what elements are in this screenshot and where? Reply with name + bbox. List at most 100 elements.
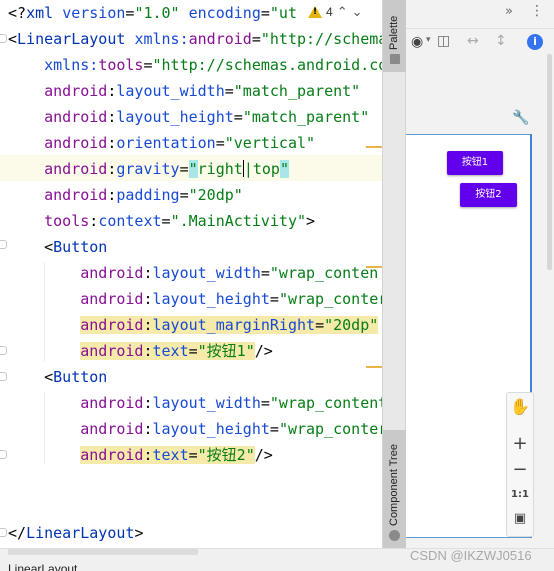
code-line[interactable]: android:layout_height="wrap_conter	[8, 416, 382, 442]
fold-marker[interactable]	[0, 528, 7, 537]
code-token: =	[179, 160, 189, 178]
horizontal-scrollbar[interactable]	[8, 549, 198, 555]
zoom-out-button[interactable]: −	[507, 459, 533, 480]
code-token: <?	[8, 4, 27, 22]
code-line[interactable]: android:gravity="right|top"	[8, 156, 289, 182]
wrench-icon[interactable]: 🔧	[512, 110, 529, 126]
code-token: >	[134, 524, 144, 542]
fold-marker[interactable]	[0, 34, 7, 43]
code-editor[interactable]: <?xml version="1.0" encoding="ut <LinearL…	[0, 0, 382, 548]
more-options-icon[interactable]: ⋮	[530, 3, 544, 19]
code-line[interactable]: tools:context=".MainActivity">	[8, 208, 315, 234]
code-token: "按钮2"	[197, 446, 255, 464]
zoom-actual-size-button[interactable]: 1:1	[507, 489, 533, 500]
zoom-fit-icon[interactable]: ▣	[507, 511, 533, 526]
inspection-widget[interactable]: ! 4 ⌃ ⌄	[304, 0, 382, 24]
code-token: />	[254, 342, 273, 360]
code-token: tools	[44, 212, 90, 230]
change-marker	[366, 366, 382, 368]
watermark: CSDN @IKZWJ0516	[410, 548, 532, 563]
code-token: tools	[98, 56, 144, 74]
code-token: "vertical"	[224, 134, 316, 152]
code-token: <	[8, 30, 18, 48]
code-token: LinearLayout	[26, 524, 135, 542]
code-token: android	[80, 316, 144, 334]
component-tree-tab[interactable]: Component Tree	[383, 430, 406, 548]
eye-icon[interactable]: ◉	[411, 34, 423, 50]
code-token: "http://schemas.android.co	[152, 56, 383, 74]
code-line[interactable]: android:orientation="vertical"	[8, 130, 315, 156]
code-token: android	[80, 446, 144, 464]
code-line[interactable]: android:layout_width="wrap_content	[8, 390, 382, 416]
code-token: Button	[53, 238, 108, 256]
zoom-in-button[interactable]: +	[507, 433, 533, 454]
breadcrumb-item[interactable]: LinearLayout	[8, 562, 77, 571]
palette-tab[interactable]: Palette	[383, 0, 406, 72]
component-tree-tab-label: Component Tree	[388, 444, 400, 526]
code-token: android	[44, 186, 108, 204]
code-line[interactable]: android:layout_width="match_parent"	[8, 78, 360, 104]
code-token: =	[188, 446, 198, 464]
code-token: =	[269, 420, 279, 438]
code-line[interactable]: android:text="按钮2"/>	[8, 442, 273, 468]
code-line[interactable]: xmlns:tools="http://schemas.android.co	[8, 52, 382, 78]
code-line[interactable]: <Button	[8, 234, 107, 260]
code-line[interactable]: android:layout_height="wrap_conter	[8, 286, 382, 312]
code-line[interactable]: android:layout_marginRight="20dp"	[8, 312, 379, 338]
code-line[interactable]: <Button	[8, 364, 107, 390]
double-chevron-right-icon[interactable]: »	[505, 4, 513, 19]
fold-marker[interactable]	[0, 240, 7, 249]
split-view-icon[interactable]: ◫	[437, 33, 450, 49]
code-token: >	[306, 212, 316, 230]
code-token: text	[152, 446, 189, 464]
code-line[interactable]: <?xml version="1.0" encoding="ut	[8, 0, 297, 26]
warning-icon: !	[308, 6, 322, 18]
code-token: "1.0"	[134, 4, 180, 22]
vertical-scrollbar[interactable]	[547, 54, 552, 270]
zoom-controls: ✋ + − 1:1 ▣	[506, 392, 534, 537]
code-token: android	[44, 134, 108, 152]
change-marker	[366, 146, 382, 148]
code-line[interactable]: </LinearLayout>	[8, 520, 143, 546]
fold-marker[interactable]	[0, 372, 7, 381]
palette-icon	[390, 54, 400, 64]
code-token: :	[143, 446, 153, 464]
code-token: "match_parent"	[233, 82, 361, 100]
code-token: android	[80, 264, 144, 282]
chevron-down-icon[interactable]: ⌄	[352, 5, 363, 20]
code-token: layout_width	[116, 82, 225, 100]
fold-marker[interactable]	[0, 346, 7, 355]
code-token: android	[44, 108, 108, 126]
code-line[interactable]: android:text="按钮1"/>	[8, 338, 273, 364]
change-marker	[366, 266, 382, 268]
component-tree-icon	[389, 530, 400, 541]
horizontal-resize-icon[interactable]: ↔	[467, 33, 479, 49]
warning-count: 4	[326, 5, 333, 19]
code-line[interactable]: <LinearLayout xmlns:android="http://sche…	[8, 26, 382, 52]
chevron-up-icon[interactable]: ⌃	[337, 5, 348, 20]
dropdown-icon[interactable]: ▾	[426, 35, 431, 45]
preview-button-2[interactable]: 按钮2	[460, 183, 517, 207]
side-tool-strip: Palette Component Tree	[382, 0, 406, 548]
code-line[interactable]: android:padding="20dp"	[8, 182, 243, 208]
fold-marker[interactable]	[0, 450, 7, 459]
code-token: xmlns:	[134, 30, 189, 48]
code-token: orientation	[116, 134, 216, 152]
pan-hand-icon[interactable]: ✋	[507, 397, 533, 416]
code-token: right	[197, 160, 243, 178]
code-line[interactable]: android:layout_width="wrap_conten	[8, 260, 378, 286]
info-icon[interactable]: i	[527, 34, 543, 50]
code-line[interactable]: android:layout_height="match_parent"	[8, 104, 369, 130]
code-token: <	[8, 368, 54, 386]
code-token: version	[62, 4, 126, 22]
vertical-resize-icon[interactable]: ↕	[495, 33, 507, 49]
preview-button-1[interactable]: 按钮1	[447, 151, 503, 175]
code-token: =	[260, 4, 270, 22]
code-token: "	[188, 160, 198, 178]
code-token: "20dp"	[324, 316, 379, 334]
